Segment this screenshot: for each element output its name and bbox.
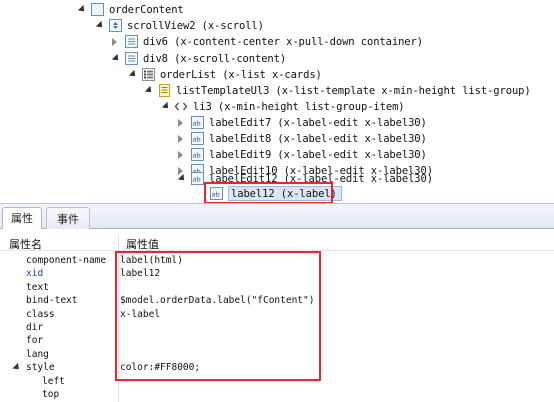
tree-node-label12[interactable]: ab label12 (x-label) bbox=[209, 185, 342, 202]
tree-node-label: li3 (x-min-height list-group-item) bbox=[193, 100, 405, 113]
property-row-component-name[interactable]: component-name label(html) bbox=[0, 254, 554, 267]
div-component-icon bbox=[124, 52, 138, 66]
property-row-lang[interactable]: lang bbox=[0, 348, 554, 361]
property-name: style bbox=[26, 362, 55, 374]
list-component-icon bbox=[141, 68, 155, 82]
property-value[interactable]: $model.orderData.label("fContent") bbox=[120, 294, 314, 307]
property-name: top bbox=[42, 389, 60, 400]
selected-node-highlight[interactable]: label12 (x-label) bbox=[228, 186, 342, 201]
tree-node-ordercontent[interactable]: orderContent bbox=[76, 1, 184, 18]
property-name: text bbox=[26, 281, 49, 293]
collapse-toggle-icon[interactable] bbox=[127, 69, 138, 80]
property-value[interactable]: label(html) bbox=[120, 254, 183, 267]
scroll-component-icon bbox=[108, 19, 122, 33]
svg-text:ab: ab bbox=[192, 176, 200, 184]
property-name: for bbox=[26, 335, 44, 347]
tree-node-label: div6 (x-content-center x-pull-down conta… bbox=[143, 35, 423, 48]
tree-node-div8[interactable]: div8 (x-scroll-content) bbox=[110, 50, 286, 67]
svg-text:ab: ab bbox=[211, 191, 219, 199]
panel-tab-bar: 属性 事件 bbox=[0, 204, 554, 229]
property-row-left[interactable]: left bbox=[0, 375, 554, 388]
property-row-xid[interactable]: xid label12 bbox=[0, 267, 554, 280]
property-row-dir[interactable]: dir bbox=[0, 321, 554, 334]
tab-properties[interactable]: 属性 bbox=[2, 207, 42, 229]
tab-events[interactable]: 事件 bbox=[46, 207, 90, 229]
tree-node-orderlist[interactable]: orderList (x-list x-cards) bbox=[127, 66, 322, 83]
tree-node-label: labelEdit12 (x-label-edit x-label30) bbox=[209, 172, 433, 185]
property-row-bind-text[interactable]: bind-text $model.orderData.label("fConte… bbox=[0, 294, 554, 307]
tree-node-div6[interactable]: div6 (x-content-center x-pull-down conta… bbox=[110, 33, 423, 50]
property-value[interactable]: color:#FF8000; bbox=[120, 361, 200, 374]
property-name: component-name bbox=[26, 255, 107, 266]
collapse-toggle-icon[interactable] bbox=[12, 363, 22, 373]
tree-node-label: label12 (x-label) bbox=[231, 187, 337, 200]
property-name: left bbox=[42, 375, 65, 387]
svg-text:ab: ab bbox=[192, 136, 200, 144]
svg-text:ab: ab bbox=[192, 120, 200, 128]
tree-node-label: labelEdit7 (x-label-edit x-label30) bbox=[209, 116, 427, 129]
collapse-toggle-icon[interactable] bbox=[76, 4, 87, 15]
tree-node-labeledit8[interactable]: ab labelEdit8 (x-label-edit x-label30) bbox=[176, 130, 427, 147]
tree-node-label: div8 (x-scroll-content) bbox=[143, 52, 287, 65]
container-icon bbox=[90, 3, 104, 17]
tree-node-listtemplateul3[interactable]: listTemplateUl3 (x-list-template x-min-h… bbox=[143, 82, 531, 99]
tree-node-labeledit7[interactable]: ab labelEdit7 (x-label-edit x-label30) bbox=[176, 114, 427, 131]
expand-toggle-icon[interactable] bbox=[176, 134, 185, 143]
property-row-class[interactable]: class x-label bbox=[0, 308, 554, 321]
property-value[interactable]: x-label bbox=[120, 308, 160, 321]
expand-toggle-icon[interactable] bbox=[176, 150, 185, 159]
svg-text:ab: ab bbox=[192, 152, 200, 160]
tree-node-label: scrollView2 (x-scroll) bbox=[127, 19, 264, 32]
collapse-toggle-icon[interactable] bbox=[94, 20, 105, 31]
label-component-icon: ab bbox=[190, 132, 204, 146]
property-row-text[interactable]: text bbox=[0, 281, 554, 294]
property-row-style[interactable]: style color:#FF8000; bbox=[0, 361, 554, 374]
collapse-toggle-icon[interactable] bbox=[160, 101, 171, 112]
property-value[interactable]: label12 bbox=[120, 267, 160, 280]
tree-node-labeledit9[interactable]: ab labelEdit9 (x-label-edit x-label30) bbox=[176, 146, 427, 163]
collapse-toggle-icon[interactable] bbox=[176, 173, 187, 184]
tree-node-label: orderList (x-list x-cards) bbox=[160, 68, 322, 81]
expand-toggle-icon[interactable] bbox=[176, 118, 185, 127]
property-name: dir bbox=[26, 322, 44, 333]
div-component-icon bbox=[124, 35, 138, 49]
collapse-toggle-icon[interactable] bbox=[110, 53, 121, 64]
label-component-icon: ab bbox=[190, 172, 204, 186]
column-header-value: 属性值 bbox=[126, 238, 159, 251]
label-component-icon: ab bbox=[209, 187, 223, 201]
property-name: lang bbox=[26, 348, 49, 360]
collapse-toggle-icon[interactable] bbox=[143, 85, 154, 96]
property-name: bind-text bbox=[26, 295, 78, 307]
tree-node-li3[interactable]: li3 (x-min-height list-group-item) bbox=[160, 98, 405, 115]
tree-node-label: orderContent bbox=[109, 3, 184, 16]
tree-node-label: listTemplateUl3 (x-list-template x-min-h… bbox=[176, 84, 531, 97]
label-component-icon: ab bbox=[190, 116, 204, 130]
tree-node-label: labelEdit8 (x-label-edit x-label30) bbox=[209, 132, 427, 145]
property-name: xid bbox=[26, 268, 44, 280]
property-name: class bbox=[26, 308, 55, 320]
property-row-for[interactable]: for bbox=[0, 334, 554, 347]
properties-panel: 属性 事件 属性名 属性值 component-name label(html)… bbox=[0, 203, 554, 402]
label-component-icon: ab bbox=[190, 148, 204, 162]
component-tree: orderContent scrollView2 (x-scroll) div6… bbox=[0, 0, 554, 204]
tree-node-scrollview2[interactable]: scrollView2 (x-scroll) bbox=[94, 17, 264, 34]
property-row-top[interactable]: top bbox=[0, 388, 554, 401]
html-tag-icon bbox=[174, 100, 188, 114]
tree-node-label: labelEdit9 (x-label-edit x-label30) bbox=[209, 148, 427, 161]
list-template-icon bbox=[157, 84, 171, 98]
property-grid-header: 属性名 属性值 bbox=[0, 234, 554, 251]
column-header-name: 属性名 bbox=[9, 238, 42, 251]
expand-toggle-icon[interactable] bbox=[110, 37, 119, 46]
